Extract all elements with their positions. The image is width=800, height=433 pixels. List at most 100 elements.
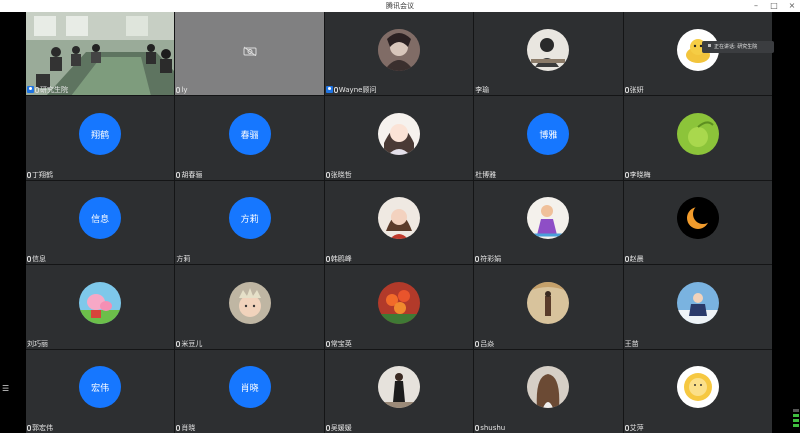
- participant-name: ly: [176, 86, 187, 95]
- avatar: [79, 281, 122, 324]
- mic-icon[interactable]: [475, 256, 480, 263]
- participant-name: 赵晨: [624, 255, 644, 264]
- participant-tile[interactable]: 刘巧丽: [26, 265, 175, 349]
- avatar: 春骊: [228, 113, 271, 156]
- participant-name: 丁翔鹤: [27, 171, 53, 180]
- maximize-icon[interactable]: □: [766, 0, 782, 12]
- participant-tile[interactable]: 方莉 方莉: [175, 180, 324, 265]
- mic-icon[interactable]: [176, 425, 181, 431]
- avatar: [527, 366, 570, 409]
- speaker-icon: [708, 44, 711, 47]
- close-icon[interactable]: ×: [784, 0, 800, 12]
- participant-tile[interactable]: 王苗: [623, 265, 772, 349]
- participant-name: shushu: [475, 424, 505, 433]
- participant-tile[interactable]: 春骊 胡春骊: [175, 96, 324, 180]
- host-icon: [325, 86, 333, 94]
- avatar: [527, 281, 570, 324]
- minimize-icon[interactable]: –: [748, 0, 764, 12]
- participant-tile[interactable]: Wayne顾问: [324, 12, 474, 96]
- mic-icon[interactable]: [27, 256, 31, 263]
- avatar: [676, 281, 719, 324]
- participant-tile[interactable]: 符彩娟: [474, 180, 623, 265]
- menu-icon[interactable]: ☰: [2, 384, 10, 393]
- participant-tile[interactable]: 韩鸥峰: [324, 180, 474, 265]
- participant-name: 常宝英: [325, 340, 352, 349]
- avatar: [527, 28, 570, 71]
- mic-icon[interactable]: [325, 340, 330, 347]
- speaking-toast: 正在讲话: 研究生院: [702, 41, 774, 53]
- mic-icon[interactable]: [624, 171, 629, 178]
- participant-name: 方莉: [176, 255, 191, 264]
- avatar: [527, 197, 570, 240]
- avatar: 博雅: [527, 113, 570, 156]
- mic-icon[interactable]: [333, 87, 338, 94]
- participant-tile[interactable]: 张妍: [623, 12, 772, 96]
- mic-icon[interactable]: [176, 340, 181, 347]
- mic-icon[interactable]: [624, 425, 629, 431]
- participant-tile[interactable]: shushu: [474, 349, 623, 433]
- participant-tile[interactable]: 张晓哲: [324, 96, 474, 180]
- participant-tile[interactable]: 李瑜: [474, 12, 623, 96]
- participant-tile[interactable]: 吕焱: [474, 265, 623, 349]
- host-icon: [27, 86, 34, 94]
- participant-tile[interactable]: 艾萍: [623, 349, 772, 433]
- video-feed: [26, 12, 175, 96]
- mic-icon[interactable]: [475, 340, 480, 347]
- mic-icon[interactable]: [624, 256, 629, 263]
- participant-tile[interactable]: 米豆儿: [175, 265, 324, 349]
- participant-tile[interactable]: 翔鹤 丁翔鹤: [26, 96, 175, 180]
- window-title: 腾讯会议: [386, 2, 414, 10]
- participant-name: Wayne顾问: [325, 86, 376, 95]
- participant-tile[interactable]: ly: [175, 12, 324, 96]
- participant-name: 符彩娟: [475, 255, 501, 264]
- avatar: [377, 197, 420, 240]
- participant-name: 张晓哲: [325, 171, 352, 180]
- participant-name: 艾萍: [624, 424, 644, 433]
- mic-icon[interactable]: [35, 87, 39, 94]
- avatar: [228, 281, 271, 324]
- avatar: 宏伟: [79, 366, 122, 409]
- mic-icon[interactable]: [475, 425, 480, 431]
- participant-name: 吴媛媛: [325, 424, 352, 433]
- participant-tile[interactable]: 李晓梅: [623, 96, 772, 180]
- participant-name: 郭宏伟: [27, 424, 53, 433]
- participant-grid: 研究生院 ly Wayne顾问 李瑜 张妍 翔鹤 丁翔鹤 春骊 胡春骊 张晓哲 …: [26, 12, 772, 433]
- participant-name: 韩鸥峰: [325, 255, 352, 264]
- participant-name: 胡春骊: [176, 171, 202, 180]
- participant-name: 肖晓: [176, 424, 195, 433]
- mic-icon[interactable]: [176, 171, 181, 178]
- avatar: [377, 281, 420, 324]
- participant-tile[interactable]: 研究生院: [26, 12, 175, 96]
- avatar: 方莉: [228, 197, 271, 240]
- signal-icon: [793, 409, 799, 427]
- title-bar: 腾讯会议 – □ ×: [0, 0, 800, 12]
- participant-name: 信息: [27, 255, 46, 264]
- avatar: [676, 113, 719, 156]
- participant-name: 杜博雅: [475, 170, 497, 179]
- participant-tile[interactable]: 宏伟 郭宏伟: [26, 349, 175, 433]
- participant-tile[interactable]: 博雅 杜博雅: [474, 96, 623, 180]
- avatar: [377, 28, 420, 71]
- participant-tile[interactable]: 信息 信息: [26, 180, 175, 265]
- participant-name: 研究生院: [27, 86, 68, 95]
- mic-icon[interactable]: [325, 425, 330, 431]
- participant-tile[interactable]: 肖晓 肖晓: [175, 349, 324, 433]
- avatar: [676, 197, 719, 240]
- mic-icon[interactable]: [176, 87, 181, 94]
- participant-tile[interactable]: 赵晨: [623, 180, 772, 265]
- mic-icon[interactable]: [624, 87, 629, 94]
- mic-icon[interactable]: [325, 256, 330, 263]
- participant-name: 王苗: [624, 339, 639, 348]
- participant-tile[interactable]: 常宝英: [324, 265, 474, 349]
- camera-off-icon: [243, 46, 257, 56]
- participant-name: 刘巧丽: [27, 339, 48, 348]
- participant-name: 李晓梅: [624, 171, 651, 180]
- avatar: [377, 366, 420, 409]
- avatar: 翔鹤: [79, 113, 122, 156]
- participant-tile[interactable]: 吴媛媛: [324, 349, 474, 433]
- mic-icon[interactable]: [27, 171, 31, 178]
- mic-icon[interactable]: [27, 425, 31, 431]
- participant-name: 张妍: [624, 86, 644, 95]
- participant-name: 李瑜: [475, 86, 490, 95]
- mic-icon[interactable]: [325, 171, 330, 178]
